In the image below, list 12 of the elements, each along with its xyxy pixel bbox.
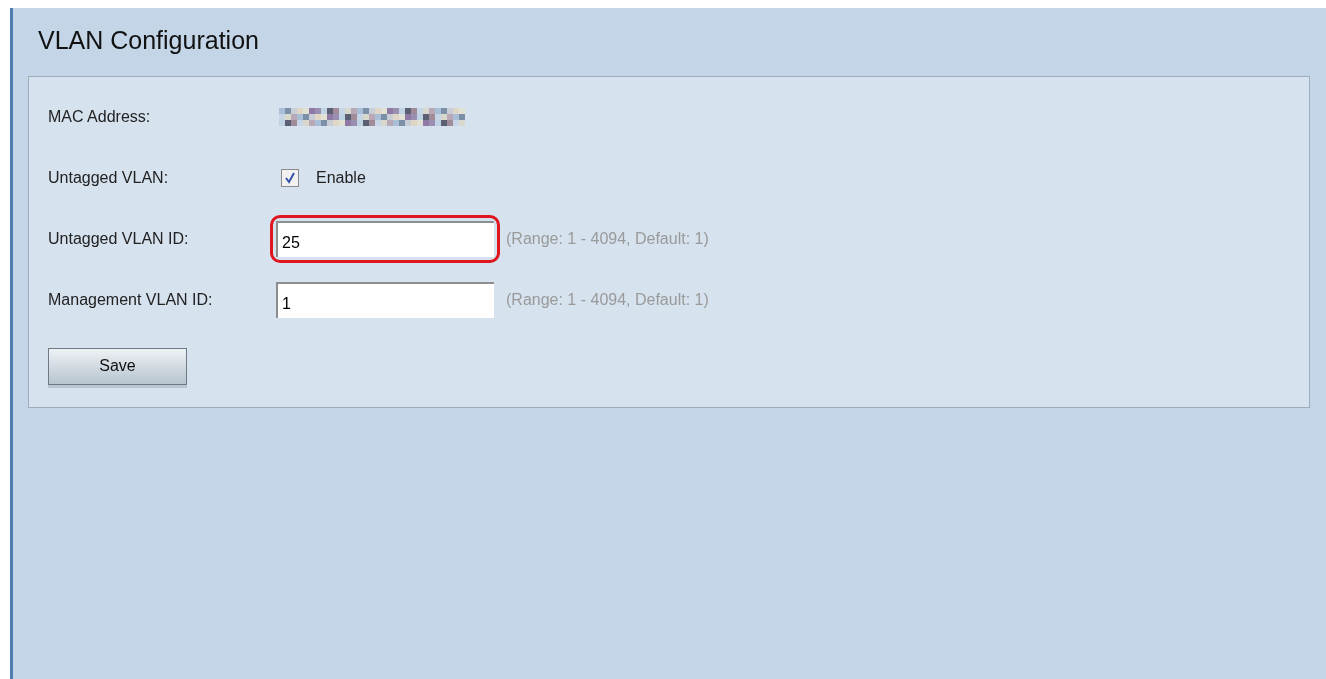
save-button[interactable]: Save [48,347,187,385]
field-label: Management VLAN ID: [48,290,214,310]
input-field[interactable]: 25 [276,221,494,257]
range-hint: (Range: 1 - 4094, Default: 1) [506,290,709,310]
field-label: Untagged VLAN ID: [48,229,190,249]
range-hint: (Range: 1 - 4094, Default: 1) [506,229,709,249]
input-field[interactable]: 1 [276,282,494,318]
checkbox[interactable] [281,169,299,187]
field-label: Untagged VLAN: [48,168,170,188]
checkbox-label: Enable [316,168,366,188]
page-title: VLAN Configuration [38,25,260,56]
field-label: MAC Address: [48,107,152,127]
